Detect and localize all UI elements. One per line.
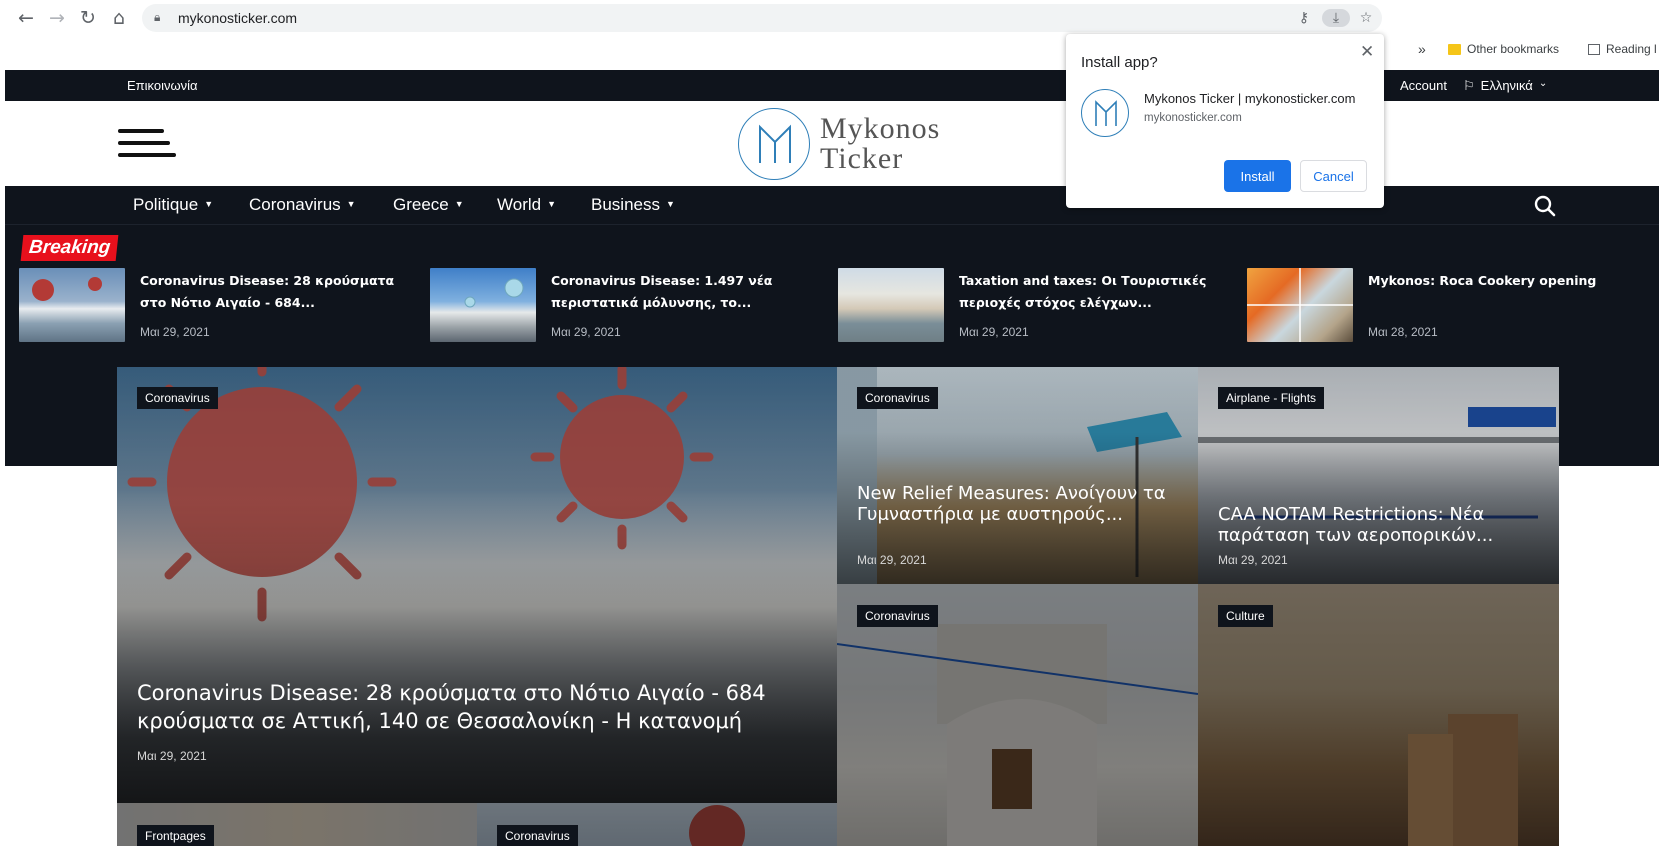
breaking-title[interactable]: Coronavirus Disease: 28 κρούσματα στο Νό… bbox=[140, 270, 400, 314]
back-icon[interactable]: ← bbox=[15, 7, 37, 29]
breaking-item[interactable]: Coronavirus Disease: 1.497 νέα περιστατι… bbox=[430, 268, 816, 348]
featured-tile-date: Μαι 29, 2021 bbox=[1218, 553, 1288, 567]
install-button[interactable]: Install bbox=[1224, 160, 1291, 192]
breaking-thumbnail[interactable] bbox=[1247, 268, 1353, 342]
breaking-date: Μαι 28, 2021 bbox=[1368, 325, 1438, 339]
bookmark-other-label: Other bookmarks bbox=[1467, 42, 1560, 56]
star-icon[interactable]: ☆ bbox=[1356, 9, 1376, 27]
app-domain: mykonosticker.com bbox=[1144, 112, 1242, 124]
reload-icon[interactable]: ↻ bbox=[77, 7, 99, 29]
bookmarks-overflow[interactable]: » bbox=[1418, 41, 1426, 57]
home-icon[interactable]: ⌂ bbox=[108, 7, 130, 29]
featured-tile-title[interactable]: New Relief Measures: Ανοίγουν τα Γυμναστ… bbox=[857, 483, 1187, 525]
featured-tile[interactable]: Coronavirus New Relief Measures: Ανοίγου… bbox=[837, 367, 1198, 584]
main-navigation: Politique ▼ Coronavirus ▼ Greece ▼ World ▼ B… bbox=[5, 186, 1659, 225]
breaking-item[interactable]: Taxation and taxes: Οι Τουριστικές περιο… bbox=[838, 268, 1224, 348]
category-badge[interactable]: Coronavirus bbox=[857, 387, 938, 409]
bookmarks-bar: » Other bookmarks Reading l bbox=[0, 36, 1659, 64]
category-badge[interactable]: Culture bbox=[1218, 605, 1273, 627]
language-icon: ⚐ bbox=[1463, 78, 1475, 93]
featured-tile[interactable]: Coronavirus bbox=[477, 803, 837, 846]
featured-tile[interactable]: Coronavirus bbox=[837, 584, 1198, 846]
nav-item-world[interactable]: World ▼ bbox=[497, 195, 556, 215]
menu-icon[interactable] bbox=[118, 129, 178, 159]
featured-tile-date: Μαι 29, 2021 bbox=[857, 553, 927, 567]
key-icon[interactable]: ⚷ bbox=[1294, 9, 1314, 27]
breaking-item[interactable]: Mykonos: Roca Cookery opening Μαι 28, 20… bbox=[1247, 268, 1633, 348]
breaking-title[interactable]: Taxation and taxes: Οι Τουριστικές περιο… bbox=[959, 270, 1219, 314]
folder-icon bbox=[1448, 43, 1461, 55]
app-icon bbox=[1081, 89, 1129, 137]
chevron-down-icon: ⌄ bbox=[1538, 78, 1548, 89]
breaking-title[interactable]: Coronavirus Disease: 1.497 νέα περιστατι… bbox=[551, 270, 811, 314]
close-icon[interactable]: ✕ bbox=[1360, 42, 1374, 62]
search-icon[interactable] bbox=[1533, 194, 1557, 218]
language-selector[interactable]: ⚐ Ελληνικά ⌄ bbox=[1463, 78, 1547, 94]
category-badge[interactable]: Coronavirus bbox=[497, 825, 578, 846]
language-label: Ελληνικά bbox=[1480, 78, 1533, 93]
breaking-thumbnail[interactable] bbox=[19, 268, 125, 342]
reading-list-label: Reading l bbox=[1606, 42, 1657, 56]
lock-icon: 🔒︎ bbox=[154, 10, 161, 24]
category-badge[interactable]: Coronavirus bbox=[857, 605, 938, 627]
nav-item-greece[interactable]: Greece ▼ bbox=[393, 195, 464, 215]
featured-tile[interactable]: Airplane - Flights CAA NOTAM Restriction… bbox=[1198, 367, 1559, 584]
nav-item-business[interactable]: Business ▼ bbox=[591, 195, 675, 215]
url-text[interactable]: mykonosticker.com bbox=[178, 10, 297, 26]
breaking-date: Μαι 29, 2021 bbox=[959, 325, 1029, 339]
dialog-title: Install app? bbox=[1081, 54, 1158, 71]
featured-tile[interactable]: Culture bbox=[1198, 584, 1559, 846]
browser-toolbar: ← → ↻ ⌂ 🔒︎ mykonosticker.com ⚷ ⤓ ☆ bbox=[0, 0, 1659, 36]
featured-main-date: Μαι 29, 2021 bbox=[137, 749, 207, 763]
logo-text: Mykonos Ticker bbox=[820, 112, 941, 175]
address-bar[interactable]: 🔒︎ mykonosticker.com ⚷ ⤓ ☆ bbox=[142, 4, 1382, 32]
install-app-dialog: Install app? ✕ Mykonos Ticker | mykonost… bbox=[1066, 34, 1384, 208]
breaking-thumbnail[interactable] bbox=[430, 268, 536, 342]
featured-tile-title[interactable]: CAA NOTAM Restrictions: Νέα παράταση των… bbox=[1218, 504, 1548, 546]
featured-main-tile[interactable]: Coronavirus Coronavirus Disease: 28 κρού… bbox=[117, 367, 837, 803]
category-badge[interactable]: Airplane - Flights bbox=[1218, 387, 1325, 409]
logo-mark bbox=[738, 108, 810, 180]
reading-list-icon bbox=[1588, 43, 1600, 55]
forward-icon[interactable]: → bbox=[46, 7, 68, 29]
featured-tile[interactable]: Frontpages bbox=[117, 803, 477, 846]
site-topbar: Επικοινωνία Account ⚐ Ελληνικά ⌄ bbox=[5, 70, 1659, 101]
nav-item-coronavirus[interactable]: Coronavirus ▼ bbox=[249, 195, 356, 215]
app-name: Mykonos Ticker | mykonosticker.com bbox=[1144, 91, 1356, 106]
install-app-icon[interactable]: ⤓ bbox=[1322, 9, 1350, 27]
nav-item-politique[interactable]: Politique ▼ bbox=[133, 195, 213, 215]
bookmark-reading-list[interactable]: Reading l bbox=[1588, 42, 1657, 56]
category-badge[interactable]: Coronavirus bbox=[137, 387, 218, 409]
breaking-thumbnail[interactable] bbox=[838, 268, 944, 342]
breaking-label: Breaking bbox=[20, 235, 119, 261]
breaking-item[interactable]: Coronavirus Disease: 28 κρούσματα στο Νό… bbox=[19, 268, 405, 348]
breaking-date: Μαι 29, 2021 bbox=[551, 325, 621, 339]
cancel-button[interactable]: Cancel bbox=[1300, 160, 1367, 192]
contact-link[interactable]: Επικοινωνία bbox=[127, 78, 198, 93]
bookmark-other[interactable]: Other bookmarks bbox=[1448, 42, 1559, 56]
featured-main-title[interactable]: Coronavirus Disease: 28 κρούσματα στο Νό… bbox=[137, 679, 817, 735]
account-link[interactable]: Account bbox=[1400, 78, 1447, 93]
category-badge[interactable]: Frontpages bbox=[137, 825, 214, 846]
site-header: Mykonos Ticker bbox=[5, 101, 1659, 186]
breaking-title[interactable]: Mykonos: Roca Cookery opening bbox=[1368, 270, 1628, 292]
site-logo[interactable]: Mykonos Ticker bbox=[738, 106, 948, 180]
breaking-date: Μαι 29, 2021 bbox=[140, 325, 210, 339]
